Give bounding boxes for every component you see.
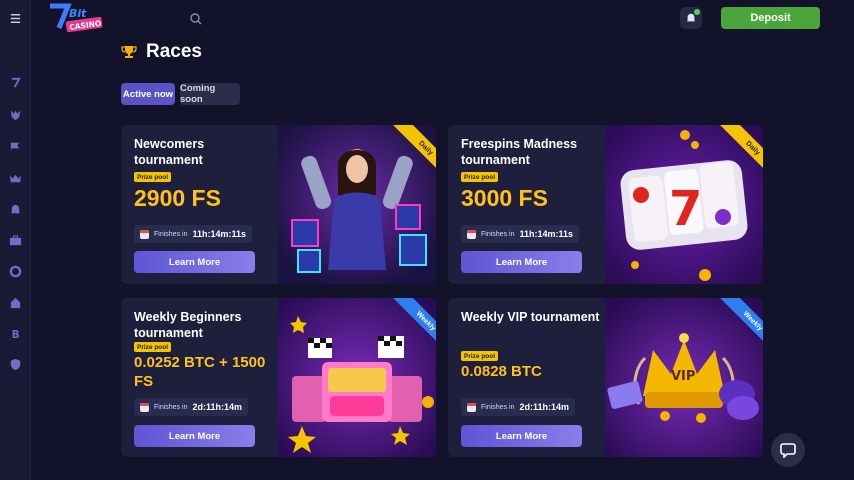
timer-value: 11h:14m:11s xyxy=(519,229,574,239)
ribbon-badge: Daily xyxy=(705,125,763,183)
lifebuoy-icon[interactable] xyxy=(8,264,22,278)
card-title: Newcomers tournament xyxy=(134,137,205,167)
timer-value: 2d:11h:14m xyxy=(192,402,242,412)
ribbon-label: Weekly xyxy=(392,298,436,355)
logo[interactable]: Bit CASINO xyxy=(48,2,108,36)
prize-value: 0.0252 BTC + 1500 FS xyxy=(134,354,266,390)
countdown-timer: Finishes in 11h:14m:11s xyxy=(461,225,580,243)
briefcase-icon[interactable] xyxy=(8,233,22,247)
timer-value: 2d:11h:14m xyxy=(519,402,569,412)
ribbon-label: Daily xyxy=(392,125,436,182)
wolf-icon[interactable] xyxy=(8,107,22,121)
learn-more-button[interactable]: Learn More xyxy=(461,251,582,273)
ribbon-badge: Weekly xyxy=(378,298,436,356)
shield-icon[interactable] xyxy=(8,357,22,371)
card-title: Weekly Beginners tournament xyxy=(134,310,242,340)
prize-pool-badge: Prize pool xyxy=(461,351,499,361)
countdown-timer: Finishes in 2d:11h:14m xyxy=(134,398,248,416)
home-icon[interactable] xyxy=(8,295,22,309)
bitcoin-icon[interactable]: B xyxy=(8,326,22,340)
prize-value: 3000 FS xyxy=(461,185,548,211)
timer-value: 11h:14m:11s xyxy=(192,229,247,239)
prize-pool-badge: Prize pool xyxy=(461,172,499,182)
notifications-button[interactable] xyxy=(680,7,702,29)
learn-more-button[interactable]: Learn More xyxy=(461,425,582,447)
svg-text:VIP: VIP xyxy=(671,369,695,384)
crown-icon[interactable] xyxy=(8,171,22,185)
learn-more-button[interactable]: Learn More xyxy=(134,251,255,273)
trophy-icon xyxy=(121,46,137,58)
prize-value: 2900 FS xyxy=(134,185,221,211)
card-title: Weekly VIP tournament xyxy=(461,310,600,324)
card-title: Freespins Madness tournament xyxy=(461,137,578,167)
ribbon-badge: Weekly xyxy=(705,298,763,356)
ribbon-badge: Daily xyxy=(378,125,436,183)
deposit-button[interactable]: Deposit xyxy=(721,7,820,29)
chat-support-button[interactable] xyxy=(771,433,805,467)
finishes-label: Finishes in xyxy=(481,230,515,238)
calendar-icon xyxy=(140,229,149,239)
svg-text:B: B xyxy=(11,330,19,340)
prize-value: 0.0828 BTC xyxy=(461,363,542,380)
notification-dot xyxy=(694,9,700,15)
calendar-icon xyxy=(467,229,476,239)
prize-pool-badge: Prize pool xyxy=(134,342,172,352)
ribbon-label: Weekly xyxy=(719,298,763,355)
chat-icon xyxy=(780,443,796,458)
tab-active-now[interactable]: Active now xyxy=(121,83,175,105)
search-icon[interactable] xyxy=(189,11,203,25)
ribbon-label: Daily xyxy=(719,125,763,182)
learn-more-button[interactable]: Learn More xyxy=(134,425,255,447)
countdown-timer: Finishes in 11h:14m:11s xyxy=(134,225,253,243)
finishes-label: Finishes in xyxy=(154,403,188,411)
page-title: Races xyxy=(146,41,202,62)
countdown-timer: Finishes in 2d:11h:14m xyxy=(461,398,575,416)
race-card-weekly-beginners: Weekly Beginners tournament Prize pool 0… xyxy=(121,298,436,457)
finishes-label: Finishes in xyxy=(481,403,515,411)
race-card-freespins-madness: Freespins Madness tournament Prize pool … xyxy=(448,125,763,284)
race-card-newcomers: Newcomers tournament Prize pool 2900 FS … xyxy=(121,125,436,284)
tab-coming-soon[interactable]: Coming soon xyxy=(180,83,240,105)
seven-icon[interactable] xyxy=(8,75,22,89)
page-title-wrap: Races xyxy=(121,41,202,63)
calendar-icon xyxy=(140,402,149,412)
calendar-icon xyxy=(467,402,476,412)
sidebar: B xyxy=(0,0,31,480)
menu-icon[interactable] xyxy=(8,11,22,25)
prize-pool-badge: Prize pool xyxy=(134,172,172,182)
race-card-weekly-vip: Weekly VIP tournament Prize pool 0.0828 … xyxy=(448,298,763,457)
finishes-label: Finishes in xyxy=(154,230,188,238)
bell-icon[interactable] xyxy=(8,202,22,216)
flag-icon[interactable] xyxy=(8,139,22,153)
svg-text:7: 7 xyxy=(669,181,702,237)
svg-text:Bit: Bit xyxy=(69,7,87,20)
